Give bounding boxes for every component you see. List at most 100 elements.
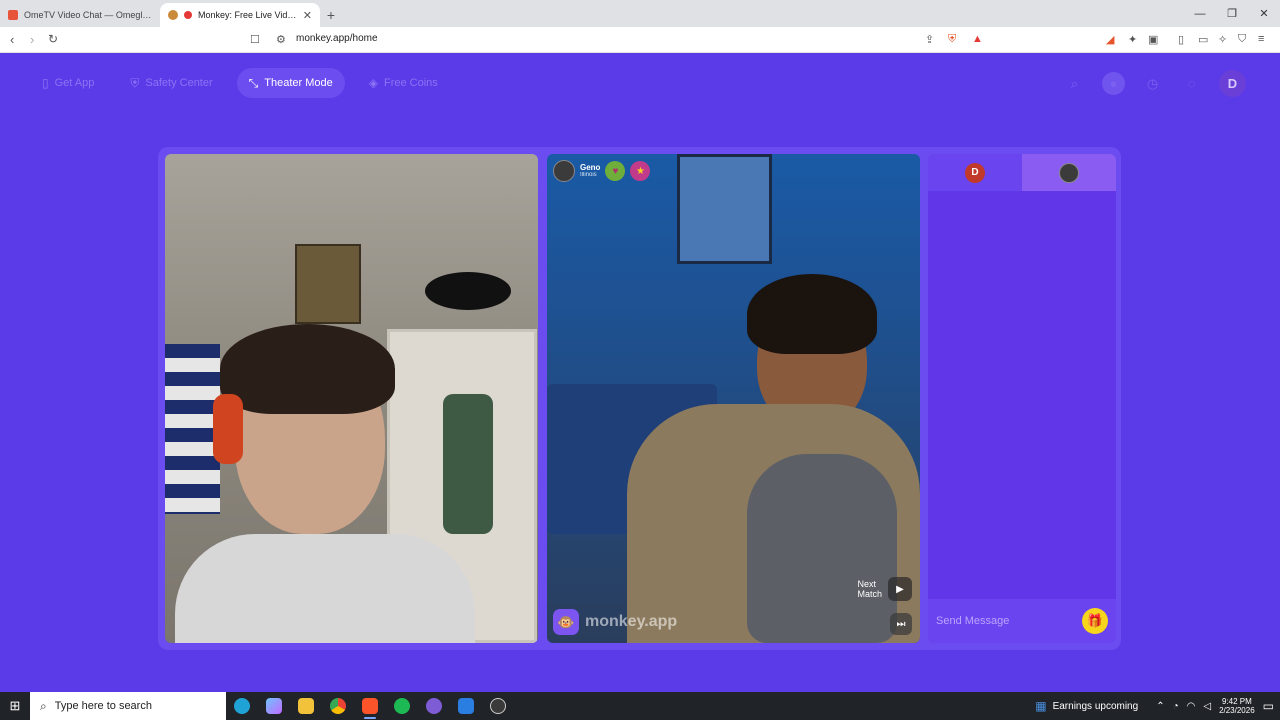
person-hair <box>220 324 395 414</box>
chat-tab-peer[interactable] <box>1022 154 1116 191</box>
user-avatar[interactable]: D <box>1219 70 1246 97</box>
back-icon[interactable]: ‹ <box>10 32 14 47</box>
chat-input-bar: 🎁 <box>928 599 1116 643</box>
person-shirt <box>175 534 475 643</box>
theater-mode-button[interactable]: ⤡ Theater Mode <box>236 68 345 98</box>
gift-icon[interactable]: 🎁 <box>1082 608 1108 634</box>
file-explorer-icon[interactable] <box>290 692 322 720</box>
free-coins-label: Free Coins <box>383 77 438 89</box>
url-field[interactable]: monkey.app/home <box>296 33 378 44</box>
get-app-button[interactable]: ▯ Get App <box>30 68 106 98</box>
sidebar-icon[interactable]: ▯ <box>1178 33 1184 46</box>
tab-ometv[interactable]: OmeTV Video Chat — Omegle Random Cha <box>0 3 160 27</box>
chat-tab-me[interactable]: D <box>928 154 1022 191</box>
hanging-towel <box>443 394 493 534</box>
clock[interactable]: 9:42 PM 2/23/2026 <box>1219 697 1255 715</box>
header-icons: ⌕ ● ◷ ◌ D <box>1063 70 1246 97</box>
skip-icon[interactable]: ⏭ <box>890 613 912 635</box>
safety-center-button[interactable]: ⛨ Safety Center <box>118 68 224 98</box>
recording-icon <box>184 11 192 19</box>
forward-icon[interactable]: › <box>30 32 34 47</box>
free-coins-button[interactable]: ◈ Free Coins <box>357 68 450 98</box>
restore-button[interactable]: ❐ <box>1216 0 1248 27</box>
new-tab-button[interactable]: + <box>320 3 342 27</box>
volume-icon[interactable]: ◁ <box>1203 701 1211 712</box>
monkey-watermark: 🐵 monkey.app <box>553 609 677 635</box>
remote-video: Geno Illinois ♥ ★ 🐵 monkey.app Next Matc… <box>547 154 920 643</box>
peer-location: Illinois <box>580 172 597 178</box>
headphones <box>213 394 243 464</box>
vpn-icon[interactable]: ⛉ <box>1238 33 1246 46</box>
edge-icon[interactable] <box>226 692 258 720</box>
monkey-favicon-icon <box>168 10 178 20</box>
window-controls: — ❐ ✕ <box>1184 0 1280 27</box>
brave-shield-icon[interactable]: ⛨ <box>948 33 956 46</box>
peer-info: Geno Illinois ♥ ★ <box>553 160 651 182</box>
extensions-icon[interactable]: ✦ <box>1128 33 1137 46</box>
striped-flag <box>165 344 220 514</box>
close-window-button[interactable]: ✕ <box>1248 0 1280 27</box>
history-icon[interactable]: ◷ <box>1141 72 1164 95</box>
local-video <box>165 154 538 643</box>
tab-monkey[interactable]: Monkey: Free Live Video Chat ✕ <box>160 3 320 27</box>
brave-rewards-icon[interactable]: ▲ <box>972 33 983 45</box>
app-nav: ▯ Get App ⛨ Safety Center ⤡ Theater Mode… <box>30 68 450 98</box>
send-message-input[interactable] <box>936 615 1082 627</box>
menu-icon[interactable]: ≡ <box>1258 33 1264 45</box>
monkey-logo-icon: 🐵 <box>553 609 579 635</box>
copilot-icon[interactable] <box>258 692 290 720</box>
taskbar-search[interactable]: ⌕ Type here to search <box>30 692 226 720</box>
safety-center-label: Safety Center <box>145 77 213 89</box>
site-settings-icon[interactable]: ⚙ <box>276 33 286 46</box>
peer-chat-avatar <box>1059 162 1079 183</box>
wall-mirror <box>425 272 511 310</box>
chrome-icon[interactable] <box>322 692 354 720</box>
wall-poster <box>295 244 361 324</box>
discord-icon[interactable] <box>418 692 450 720</box>
gift-badge-icon[interactable]: ★ <box>630 161 651 181</box>
earnings-widget[interactable]: ▦ Earnings upcoming <box>1035 699 1138 713</box>
search-icon[interactable]: ⌕ <box>1063 72 1086 95</box>
taskbar-search-placeholder: Type here to search <box>54 700 152 712</box>
chat-tabs: D <box>928 154 1116 191</box>
close-tab-icon[interactable]: ✕ <box>303 9 312 22</box>
system-tray: ▦ Earnings upcoming ⌃ ◔ ◠ ◁ 9:42 PM 2/23… <box>1035 692 1280 720</box>
chat-panel: D 🎁 <box>928 154 1116 643</box>
browser-tab-bar: OmeTV Video Chat — Omegle Random Cha Mon… <box>0 0 1280 27</box>
next-match: Next Match ▶ <box>857 577 912 601</box>
tab-title: OmeTV Video Chat — Omegle Random Cha <box>24 10 152 20</box>
heart-badge-icon[interactable]: ♥ <box>605 161 626 181</box>
next-match-label: Next Match <box>857 579 882 600</box>
network-icon[interactable]: ◔ <box>1173 701 1179 712</box>
coins-balance-icon[interactable]: ● <box>1102 72 1125 95</box>
shield-icon: ⛨ <box>130 75 140 90</box>
chevron-up-icon[interactable]: ⌃ <box>1156 701 1164 712</box>
wifi-icon[interactable]: ◠ <box>1187 701 1196 712</box>
next-match-line1: Next <box>857 578 876 589</box>
share-icon[interactable]: ⇪ <box>925 33 934 46</box>
search-icon: ⌕ <box>40 698 47 713</box>
screenshot-icon[interactable]: ▣ <box>1148 33 1158 46</box>
spotify-icon[interactable] <box>386 692 418 720</box>
peer-avatar[interactable] <box>553 160 575 182</box>
next-match-line2: Match <box>857 589 882 599</box>
dog <box>747 454 897 643</box>
expand-icon: ⤡ <box>248 75 259 90</box>
phone-icon: ▯ <box>42 76 49 90</box>
clock-date: 2/23/2026 <box>1219 706 1255 715</box>
speaker-icon[interactable]: ◢ <box>1106 33 1114 46</box>
leo-ai-icon[interactable]: ✧ <box>1218 33 1227 46</box>
messages-icon[interactable]: ◌ <box>1180 72 1203 95</box>
brave-icon[interactable] <box>354 692 386 720</box>
windows-start-icon[interactable]: ⊞ <box>0 698 30 714</box>
next-match-button[interactable]: ▶ <box>888 577 912 601</box>
app-icon[interactable] <box>450 692 482 720</box>
stocks-icon: ▦ <box>1035 699 1047 713</box>
address-bar: ‹ › ↻ ☐ ⚙ monkey.app/home ⇪ ⛨ ▲ ◢ ✦ ▣ ▯ … <box>0 27 1280 53</box>
minimize-button[interactable]: — <box>1184 0 1216 27</box>
notifications-icon[interactable]: ▭ <box>1263 699 1274 713</box>
bookmark-icon[interactable]: ☐ <box>250 33 260 46</box>
reload-icon[interactable]: ↻ <box>48 32 58 46</box>
obs-icon[interactable] <box>482 692 514 720</box>
wallet-icon[interactable]: ▭ <box>1198 33 1208 46</box>
